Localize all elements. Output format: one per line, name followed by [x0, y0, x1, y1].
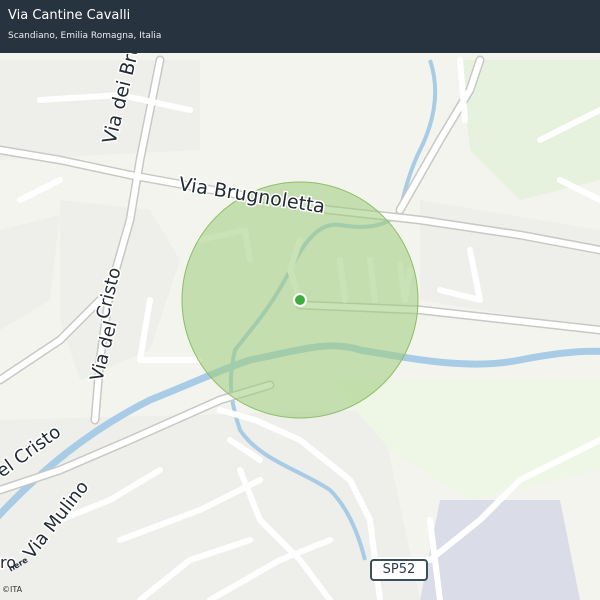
- location-subtitle: Scandiano, Emilia Romagna, Italia: [8, 31, 162, 41]
- location-pin[interactable]: [295, 295, 305, 305]
- road-shield-sp52: SP52: [370, 559, 428, 581]
- location-header: Via Cantine Cavalli Scandiano, Emilia Ro…: [0, 0, 600, 53]
- map-view[interactable]: Via dei Brugno Via Brugnoletta Cristo Vi…: [0, 53, 600, 600]
- location-title: Via Cantine Cavalli: [8, 8, 131, 23]
- map-canvas[interactable]: Via dei Brugno Via Brugnoletta Cristo Vi…: [0, 53, 600, 600]
- built-area: [0, 60, 200, 160]
- map-attribution: ©ITA: [2, 585, 23, 594]
